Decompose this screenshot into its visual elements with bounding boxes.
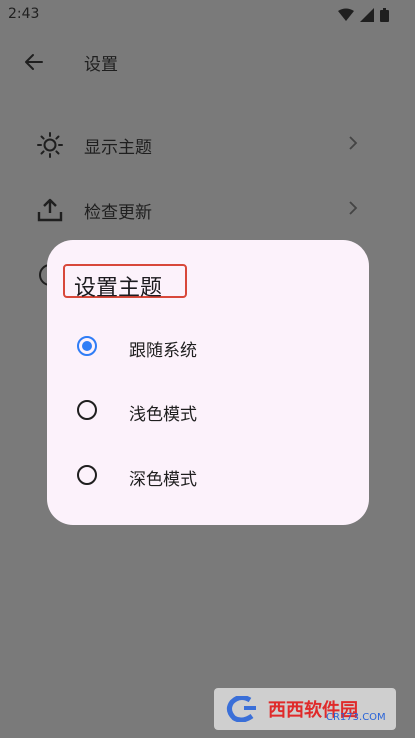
radio-button[interactable] — [77, 400, 97, 420]
status-icons — [338, 8, 389, 22]
page-title: 设置 — [84, 55, 118, 75]
setting-label: 检查更新 — [84, 203, 152, 223]
setting-item-check-update[interactable]: 检查更新 — [0, 183, 415, 233]
setting-item-display-theme[interactable]: 显示主题 — [0, 118, 415, 168]
battery-icon — [380, 8, 389, 22]
status-bar: 2:43 — [0, 0, 415, 30]
chevron-right-icon — [349, 136, 358, 150]
theme-dialog: 设置主题 跟随系统 浅色模式 深色模式 — [47, 240, 369, 525]
option-label: 跟随系统 — [129, 341, 197, 361]
status-time: 2:43 — [8, 6, 40, 22]
option-label: 浅色模式 — [129, 405, 197, 425]
theme-option-light[interactable]: 浅色模式 — [47, 386, 369, 434]
watermark-logo: 西西软件园 CR173.COM — [214, 688, 396, 730]
watermark-url: CR173.COM — [326, 712, 386, 723]
option-label: 深色模式 — [129, 470, 197, 490]
signal-icon — [360, 8, 374, 22]
setting-label: 显示主题 — [84, 138, 152, 158]
upload-icon — [37, 198, 63, 222]
theme-option-dark[interactable]: 深色模式 — [47, 451, 369, 499]
radio-button-checked[interactable] — [77, 336, 97, 356]
dialog-title: 设置主题 — [74, 276, 163, 301]
app-bar: 设置 — [0, 40, 415, 84]
wifi-icon — [338, 8, 354, 21]
radio-button[interactable] — [77, 465, 97, 485]
cr-logo-icon — [226, 696, 256, 722]
sun-icon — [37, 132, 63, 158]
back-arrow-icon[interactable] — [22, 50, 46, 74]
theme-option-follow-system[interactable]: 跟随系统 — [47, 322, 369, 370]
chevron-right-icon — [349, 201, 358, 215]
